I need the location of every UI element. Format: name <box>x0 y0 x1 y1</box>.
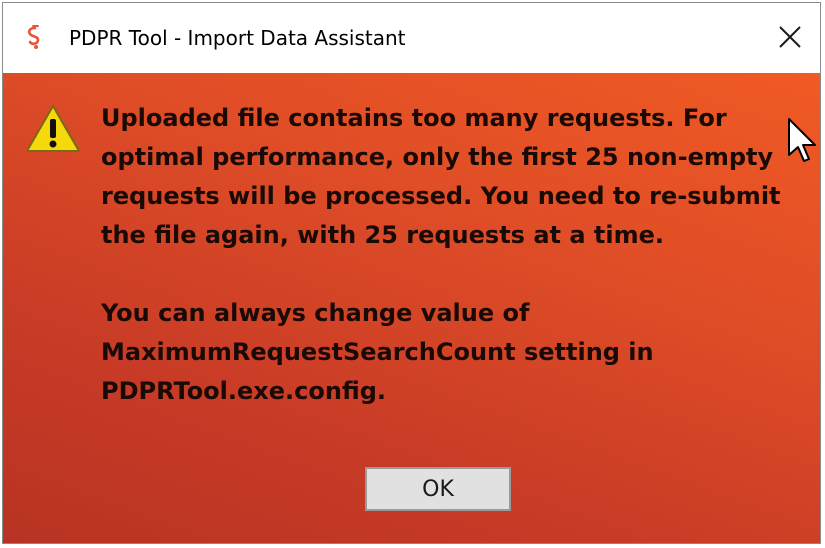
ok-button[interactable]: OK <box>365 467 511 511</box>
message-area: Uploaded file contains too many requests… <box>3 73 820 543</box>
message-line: You can always change value of <box>101 299 530 327</box>
message-line: MaximumRequestSearchCount setting in <box>101 338 654 366</box>
close-button[interactable] <box>766 13 814 61</box>
app-logo-icon <box>27 25 40 49</box>
window-title: PDPR Tool - Import Data Assistant <box>69 26 406 50</box>
message-line: PDPRTool.exe.config. <box>101 377 387 405</box>
message-line: Uploaded file contains too many requests… <box>101 104 727 132</box>
message-line: optimal performance, only the first 25 n… <box>101 143 774 171</box>
dialog-window: PDPR Tool - Import Data Assistant Upload… <box>2 2 821 544</box>
title-bar: PDPR Tool - Import Data Assistant <box>3 3 820 73</box>
mouse-cursor-icon <box>788 118 816 162</box>
message-line: the file again, with 25 requests at a ti… <box>101 221 664 249</box>
message-line: requests will be processed. You need to … <box>101 182 781 210</box>
warning-icon <box>26 105 80 152</box>
message-text: Uploaded file contains too many requests… <box>101 99 816 411</box>
close-icon <box>779 26 801 48</box>
